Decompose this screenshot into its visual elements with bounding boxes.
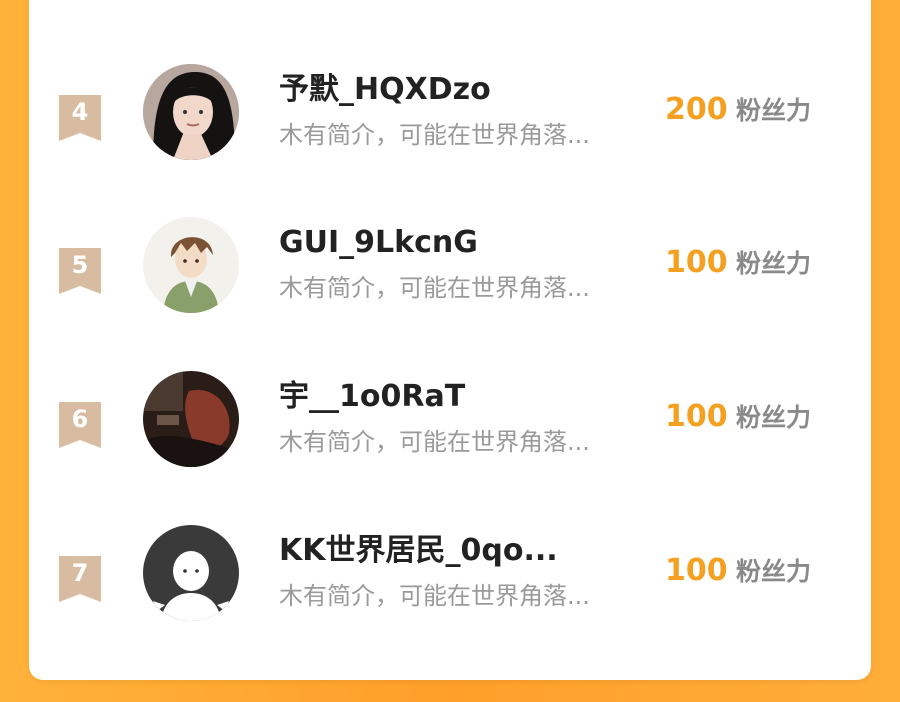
fan-power-unit: 粉丝力: [736, 557, 812, 586]
ranking-row[interactable]: 6 宇__1o0RaT 木有简介，可能在世界角落... 100 粉丝力: [29, 371, 871, 511]
user-description: 木有简介，可能在世界角落...: [279, 121, 590, 149]
rank-badge: 4: [59, 95, 101, 141]
user-name[interactable]: KK世界居民_0qo...: [279, 533, 558, 569]
user-description: 木有简介，可能在世界角落...: [279, 274, 590, 302]
user-avatar[interactable]: [143, 525, 239, 621]
fan-power-score: 200: [665, 92, 728, 127]
ranking-row[interactable]: 5 GUI_9LkcnG 木有简介，可能在世界角落... 100 粉丝力: [29, 217, 871, 357]
rank-number: 4: [71, 98, 89, 126]
ranking-card: 4 予默_HQXDzo 木有简介，可能在世界角落... 200 粉丝力 5 GU…: [29, 0, 871, 680]
dark-photo-avatar-icon: [143, 371, 239, 467]
fan-power-score: 100: [665, 553, 728, 588]
user-avatar[interactable]: [143, 64, 239, 160]
user-avatar[interactable]: [143, 217, 239, 313]
default-user-avatar-icon: [143, 525, 239, 621]
user-description: 木有简介，可能在世界角落...: [279, 582, 590, 610]
rank-number: 6: [71, 405, 89, 433]
rank-number: 7: [71, 559, 89, 587]
anime-boy-avatar-icon: [143, 217, 239, 313]
rank-badge: 5: [59, 248, 101, 294]
user-description: 木有简介，可能在世界角落...: [279, 428, 590, 456]
rank-number: 5: [71, 251, 89, 279]
user-name[interactable]: GUI_9LkcnG: [279, 225, 478, 261]
fan-power-score: 100: [665, 245, 728, 280]
fan-power-unit: 粉丝力: [736, 403, 812, 432]
rank-badge: 7: [59, 556, 101, 602]
user-name[interactable]: 予默_HQXDzo: [279, 72, 491, 108]
user-avatar[interactable]: [143, 371, 239, 467]
ranking-row[interactable]: 7 KK世界居民_0qo... 木有简介，可能在世界角落... 100 粉丝力: [29, 525, 871, 665]
ranking-row[interactable]: 4 予默_HQXDzo 木有简介，可能在世界角落... 200 粉丝力: [29, 64, 871, 204]
fan-power-unit: 粉丝力: [736, 249, 812, 278]
user-name[interactable]: 宇__1o0RaT: [279, 379, 465, 415]
woman-portrait-avatar-icon: [143, 64, 239, 160]
fan-power-score: 100: [665, 399, 728, 434]
fan-power-unit: 粉丝力: [736, 96, 812, 125]
rank-badge: 6: [59, 402, 101, 448]
